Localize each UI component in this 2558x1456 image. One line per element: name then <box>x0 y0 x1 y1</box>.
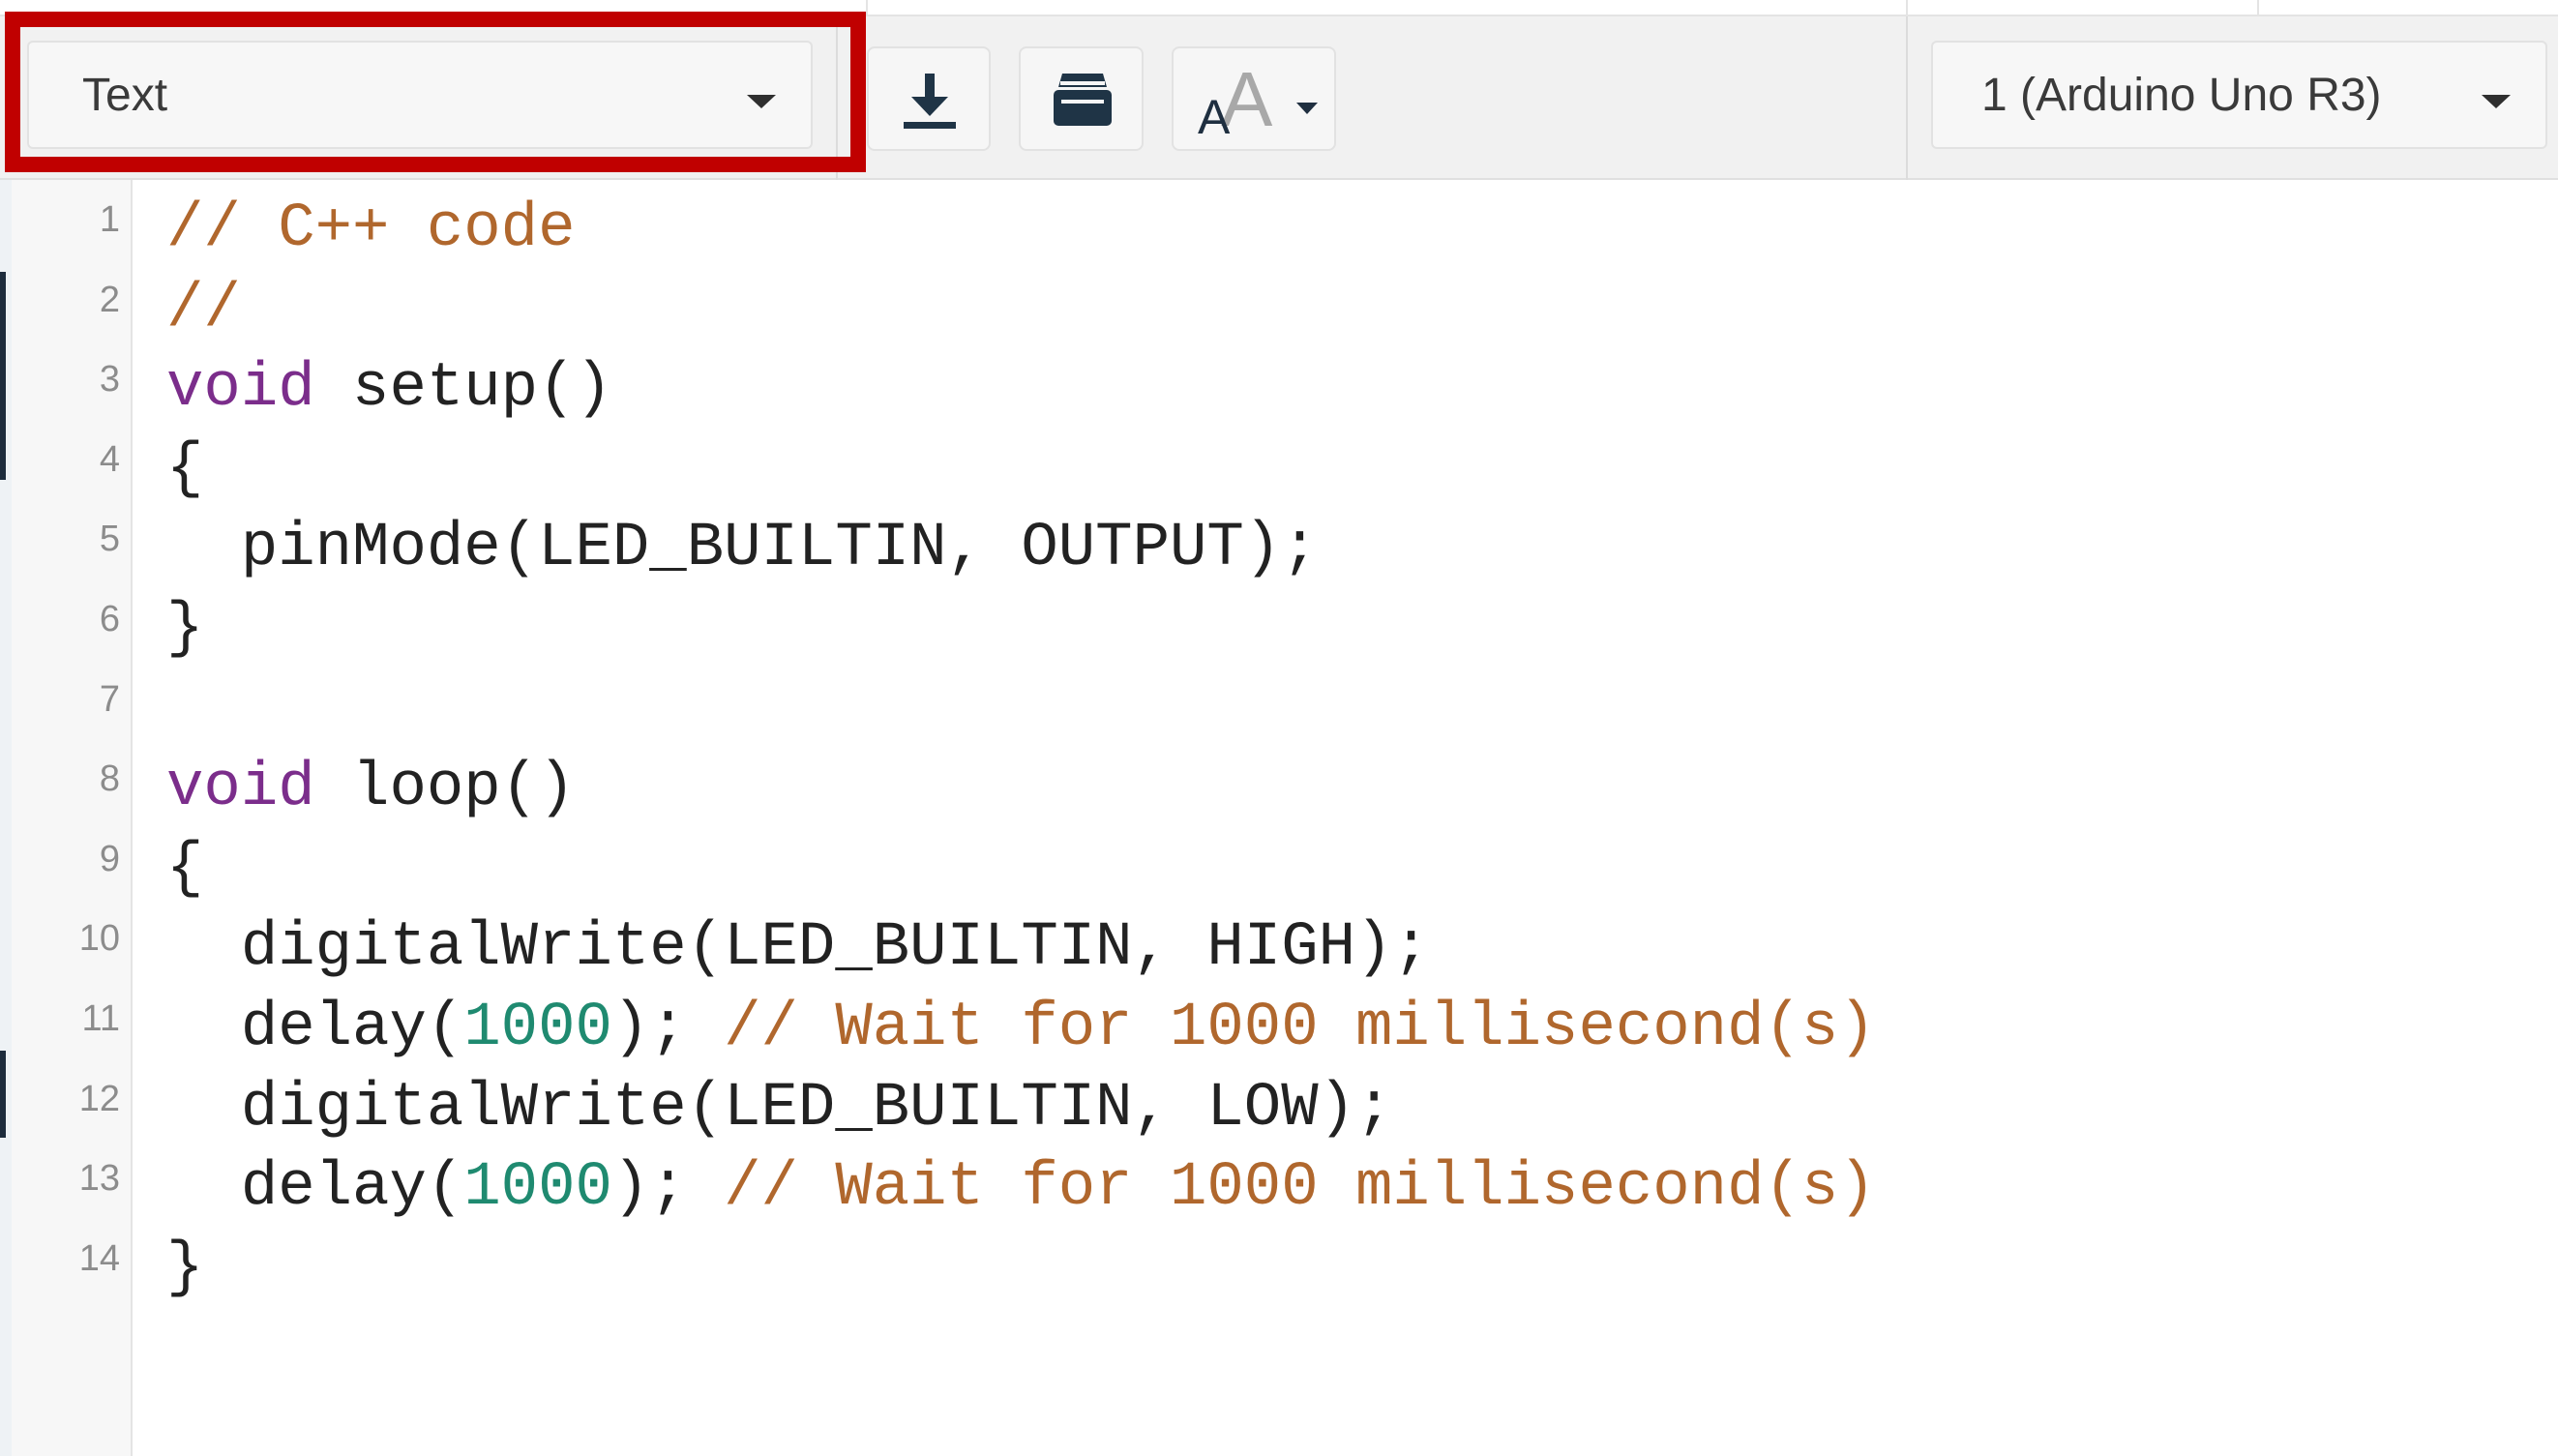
line-number: 7 <box>99 678 120 720</box>
code-line[interactable]: 4{ <box>0 430 2558 510</box>
line-number: 12 <box>78 1078 120 1119</box>
code-text: // C++ code <box>166 190 575 270</box>
code-line[interactable]: 11 delay(1000); // Wait for 1000 millise… <box>0 989 2558 1069</box>
code-line[interactable]: 13 delay(1000); // Wait for 1000 millise… <box>0 1148 2558 1229</box>
top-strip-divider <box>2257 0 2259 16</box>
code-token-plain: { <box>166 433 204 504</box>
code-token-comment: // Wait for 1000 millisecond(s) <box>724 994 1876 1063</box>
code-line[interactable]: 9{ <box>0 829 2558 909</box>
code-line[interactable]: 3 void setup() <box>0 349 2558 430</box>
download-code-button[interactable] <box>867 46 991 151</box>
code-editor[interactable]: 1// C++ code 2//3 void setup() 4{5 pinMode(… <box>0 180 2558 1456</box>
code-token-plain: } <box>166 1233 204 1303</box>
editor-toolbar: Text A A 1 (Arduino Uno R3) <box>0 0 2558 180</box>
code-line[interactable]: 10 digitalWrite(LED_BUILTIN, HIGH); <box>0 908 2558 989</box>
code-token-plain: setup() <box>314 354 612 425</box>
code-token-plain: delay( <box>166 994 464 1063</box>
line-number: 8 <box>99 758 120 800</box>
font-size-icon: A A <box>1198 64 1318 141</box>
code-token-plain: digitalWrite(LED_BUILTIN, HIGH); <box>166 913 1430 984</box>
svg-text:A: A <box>1198 90 1231 141</box>
library-button[interactable] <box>1019 46 1144 151</box>
code-text: pinMode(LED_BUILTIN, OUTPUT); <box>166 509 1319 589</box>
editor-mode-dropdown[interactable]: Text <box>27 41 813 149</box>
code-line[interactable]: 8 void loop() <box>0 749 2558 829</box>
top-strip-divider <box>1906 0 1908 16</box>
code-line[interactable]: 12 digitalWrite(LED_BUILTIN, LOW); <box>0 1069 2558 1149</box>
board-select-dropdown[interactable]: 1 (Arduino Uno R3) <box>1931 41 2547 149</box>
code-token-number: 1000 <box>463 994 612 1063</box>
code-line[interactable]: 5 pinMode(LED_BUILTIN, OUTPUT); <box>0 509 2558 589</box>
code-text: void setup() <box>166 349 612 430</box>
code-token-plain: ); <box>611 1153 725 1224</box>
code-token-comment: // Wait for 1000 millisecond(s) <box>724 1153 1876 1224</box>
chevron-down-icon <box>747 95 776 108</box>
code-editor-panel: Text A A 1 (Arduino Uno R3) 1 // C++ cod… <box>0 0 2558 1456</box>
code-text: void loop() <box>166 749 575 829</box>
code-text: delay(1000); // Wait for 1000 millisecon… <box>166 989 1876 1069</box>
code-token-keyword: void <box>166 354 315 425</box>
code-text: digitalWrite(LED_BUILTIN, HIGH); <box>166 908 1430 989</box>
line-number: 5 <box>99 519 120 560</box>
line-number: 13 <box>78 1158 120 1200</box>
code-line[interactable]: 2 // <box>0 270 2558 350</box>
line-number: 11 <box>81 998 120 1039</box>
code-token-comment: // <box>166 274 241 344</box>
code-text: } <box>166 589 203 669</box>
code-token-plain: loop() <box>314 754 576 824</box>
download-icon <box>904 74 956 129</box>
code-text: // <box>166 270 241 350</box>
toolbar-divider <box>1906 16 1908 180</box>
code-token-plain: delay( <box>166 1153 464 1224</box>
board-select-selected: 1 (Arduino Uno R3) <box>1981 69 2382 121</box>
line-number: 9 <box>99 838 120 879</box>
code-text: { <box>166 430 203 510</box>
code-token-plain: digitalWrite(LED_BUILTIN, LOW); <box>166 1073 1393 1144</box>
line-number: 6 <box>99 599 120 639</box>
editor-mode-selected: Text <box>82 69 168 121</box>
code-text: { <box>166 829 203 909</box>
line-number: 10 <box>78 918 120 960</box>
toolbar-top-strip <box>0 0 2558 16</box>
code-token-comment: // C++ code <box>166 194 576 264</box>
code-text: digitalWrite(LED_BUILTIN, LOW); <box>166 1069 1393 1149</box>
code-line[interactable]: 6} <box>0 589 2558 669</box>
code-token-plain: } <box>166 594 204 664</box>
code-token-keyword: void <box>166 754 315 824</box>
library-icon <box>1054 74 1112 126</box>
code-token-plain: ); <box>611 994 725 1063</box>
line-number: 14 <box>78 1237 120 1279</box>
line-number: 1 <box>99 199 120 240</box>
code-text: delay(1000); // Wait for 1000 millisecon… <box>166 1148 1876 1229</box>
code-text: } <box>166 1229 203 1309</box>
toolbar-divider <box>836 16 838 180</box>
code-token-plain: pinMode(LED_BUILTIN, OUTPUT); <box>166 514 1319 584</box>
line-number: 2 <box>99 279 120 320</box>
code-line[interactable]: 14} <box>0 1229 2558 1309</box>
top-strip-divider <box>866 0 868 16</box>
line-number: 4 <box>99 438 120 480</box>
code-token-number: 1000 <box>463 1153 612 1224</box>
code-line[interactable]: 1 // C++ code <box>0 190 2558 270</box>
line-number: 3 <box>99 359 120 401</box>
font-size-button[interactable]: A A <box>1172 46 1336 151</box>
code-token-plain: { <box>166 833 204 904</box>
code-line[interactable]: 7 <box>0 669 2558 750</box>
chevron-down-icon <box>2482 95 2511 108</box>
